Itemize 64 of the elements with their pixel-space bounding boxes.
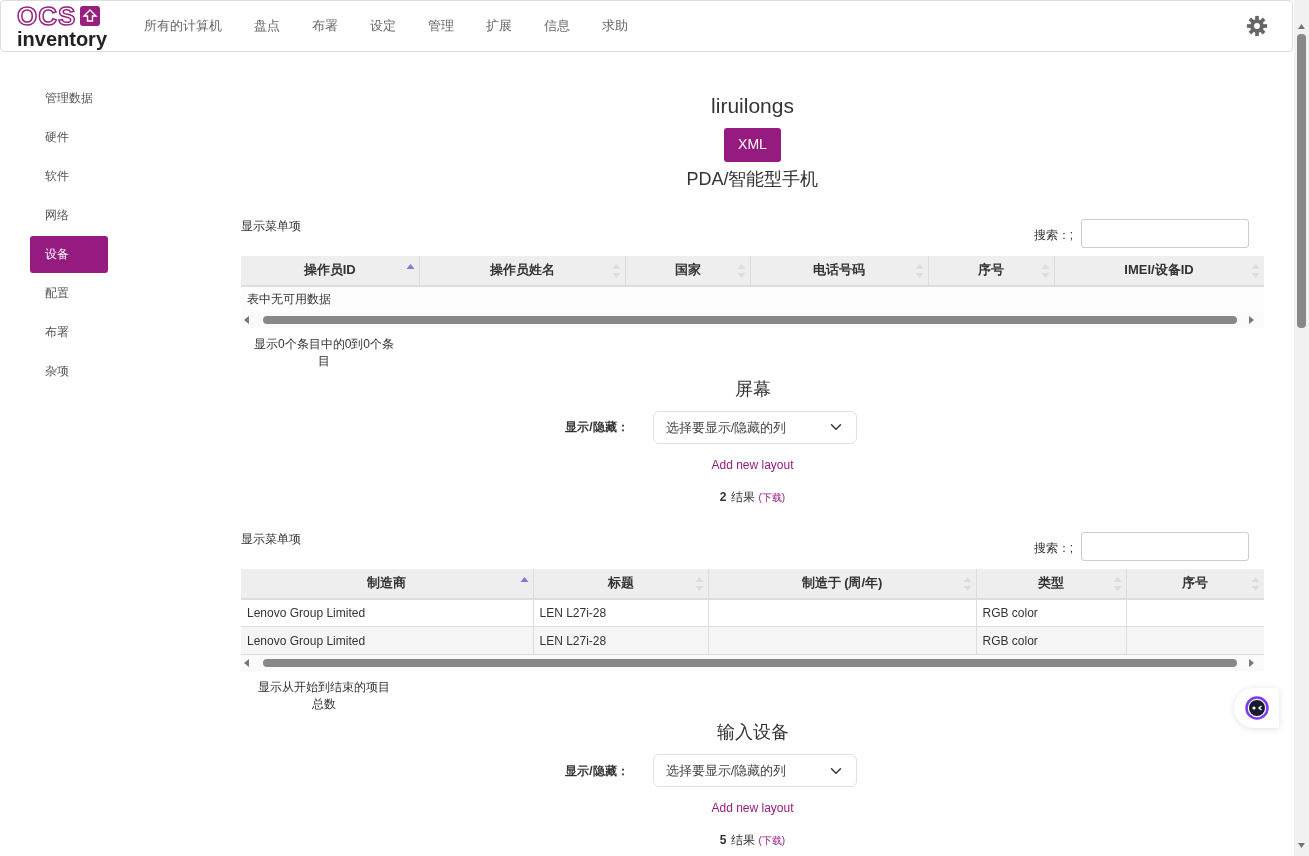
table-cell: RGB color — [976, 598, 1126, 627]
nav-link[interactable]: 求助 — [586, 16, 644, 36]
sidebar-item[interactable]: 管理数据 — [30, 80, 108, 117]
search-field[interactable] — [1081, 531, 1249, 561]
empty-message: 表中无可用数据 — [247, 292, 331, 306]
menu-items-label: 显示菜单项 — [241, 217, 301, 235]
show-hide-label: 显示/隐藏： — [565, 419, 629, 436]
logo-text: OCS — [17, 3, 77, 29]
nav-link[interactable]: 所有的计算机 — [128, 16, 238, 36]
table-info: 显示0个条目中的0到0个条目 — [253, 335, 395, 370]
sidebar-item[interactable]: 杂项 — [30, 353, 108, 390]
search-label: 搜索：; — [1033, 226, 1073, 244]
column-label: 序号 — [1182, 575, 1208, 591]
column-select[interactable]: 选择要显示/隐藏的列 — [652, 754, 857, 787]
nav-link[interactable]: 盘点 — [238, 16, 296, 36]
nav-link[interactable]: 信息 — [528, 16, 586, 36]
sidebar-item[interactable]: 设备 — [30, 236, 108, 273]
menu-items-label: 显示菜单项 — [241, 530, 301, 548]
xml-button[interactable]: XML — [724, 127, 781, 162]
column-label: 国家 — [674, 262, 701, 278]
column-label: 操作员姓名 — [489, 262, 555, 278]
nav-link[interactable]: 扩展 — [470, 16, 528, 36]
logo-text: inventory — [17, 29, 109, 49]
table-cell: LEN L27i-28 — [533, 626, 708, 655]
table-cell: LEN L27i-28 — [533, 598, 708, 627]
arrow-up-icon — [80, 6, 101, 26]
table-cell: Lenovo Group Limited — [241, 598, 533, 627]
search-label: 搜索：; — [1033, 539, 1073, 557]
assistant-icon[interactable] — [1244, 696, 1269, 720]
section-heading: 输入设备 — [716, 721, 789, 744]
download-link[interactable]: (下载) — [758, 833, 786, 848]
table-cell: RGB color — [976, 626, 1126, 655]
column-label: 序号 — [978, 262, 1004, 278]
sidebar-item[interactable]: 软件 — [30, 158, 108, 195]
sidebar-item[interactable]: 硬件 — [30, 119, 108, 156]
column-label: IMEI/设备ID — [1124, 262, 1194, 278]
add-layout-link[interactable]: Add new layout — [711, 799, 794, 817]
nav-link[interactable]: 管理 — [412, 16, 470, 36]
column-label: 制造商 — [367, 575, 407, 591]
search-field[interactable] — [1081, 218, 1249, 248]
download-link[interactable]: (下载) — [758, 489, 786, 505]
result-count: 2 — [719, 488, 727, 506]
column-label: 操作员ID — [303, 262, 356, 278]
settings-icon[interactable] — [1246, 15, 1268, 37]
sidebar-item[interactable]: 布署 — [30, 314, 108, 351]
result-count: 5 — [719, 832, 727, 849]
add-layout-link[interactable]: Add new layout — [711, 455, 794, 474]
page-title: liruilongs — [711, 93, 794, 119]
nav-link[interactable]: 设定 — [354, 16, 412, 36]
result-label: 结果 — [730, 832, 755, 849]
result-label: 结果 — [730, 488, 755, 506]
column-select[interactable]: 选择要显示/隐藏的列 — [652, 410, 857, 444]
section-heading: 屏幕 — [734, 377, 771, 401]
nav-link[interactable]: 布署 — [296, 16, 354, 36]
sidebar-item[interactable]: 网络 — [30, 197, 108, 234]
column-label: 制造于 (周/年) — [801, 575, 883, 591]
column-label: 电话号码 — [813, 262, 865, 278]
show-hide-label: 显示/隐藏： — [565, 762, 629, 780]
table-cell: Lenovo Group Limited — [241, 626, 533, 655]
sidebar-item[interactable]: 配置 — [30, 275, 108, 312]
column-label: 标题 — [607, 575, 634, 591]
section-heading: PDA/智能型手机 — [686, 167, 819, 191]
table-info: 显示从开始到结束的项目总数 — [257, 679, 391, 713]
column-label: 类型 — [1038, 575, 1064, 591]
